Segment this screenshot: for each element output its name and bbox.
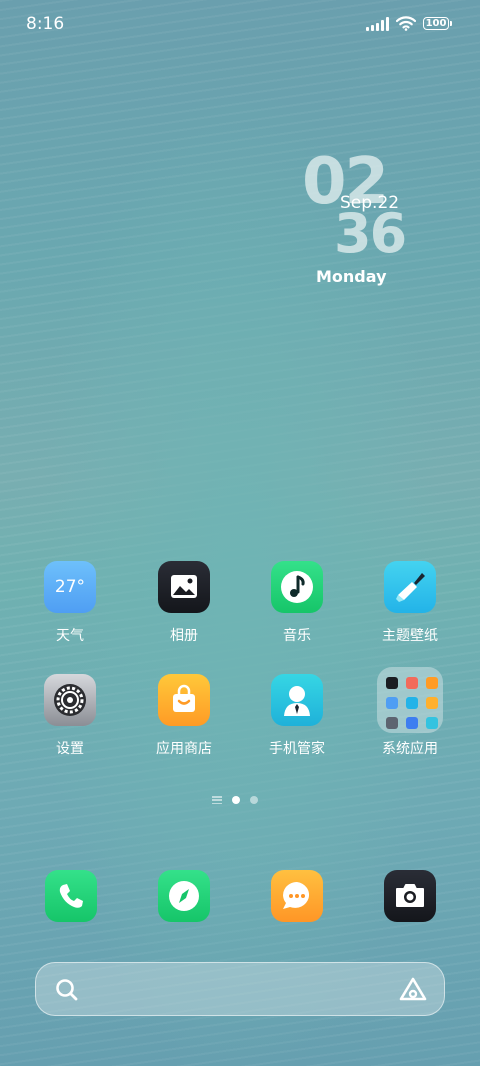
dock-camera[interactable]: [384, 870, 436, 922]
battery-icon: 100: [423, 17, 452, 30]
clock-widget[interactable]: 02 Sep.22 36 Monday: [300, 145, 440, 295]
gear-icon: [44, 674, 96, 726]
shopping-bag-icon: [158, 674, 210, 726]
clock-minute: 36: [334, 202, 407, 265]
page-indicator[interactable]: [212, 796, 258, 804]
menu-lines-icon: [212, 796, 222, 804]
app-phone-manager[interactable]: 手机管家: [247, 674, 347, 758]
phone-manager-icon: [271, 674, 323, 726]
app-label: 音乐: [283, 628, 311, 644]
app-settings[interactable]: 设置: [20, 674, 120, 758]
status-time: 8:16: [26, 14, 65, 34]
search-bar[interactable]: [35, 962, 445, 1016]
assistant-icon[interactable]: [398, 976, 428, 1002]
app-label: 手机管家: [269, 741, 325, 757]
theme-brush-icon: [384, 561, 436, 613]
gallery-icon: [158, 561, 210, 613]
app-store[interactable]: 应用商店: [134, 674, 234, 758]
app-label: 系统应用: [382, 741, 438, 757]
weather-icon: 27°: [44, 561, 96, 613]
dock-phone[interactable]: [45, 870, 97, 922]
page-dot-active[interactable]: [232, 796, 240, 804]
folder-icon: [377, 667, 443, 733]
music-icon: [271, 561, 323, 613]
app-weather[interactable]: 27° 天气: [20, 561, 120, 645]
app-label: 主题壁纸: [382, 628, 438, 644]
status-bar: 8:16 100: [0, 0, 480, 50]
weather-temp: 27°: [54, 577, 86, 597]
compass-icon: [169, 881, 199, 911]
app-folder-system[interactable]: 系统应用: [360, 667, 460, 758]
dock-messages[interactable]: [271, 870, 323, 922]
page-dot[interactable]: [250, 796, 258, 804]
phone-icon: [59, 884, 83, 908]
app-label: 应用商店: [156, 741, 212, 757]
message-icon: [283, 882, 310, 909]
wifi-icon: [396, 16, 416, 31]
battery-level: 100: [423, 17, 449, 30]
clock-weekday: Monday: [316, 267, 387, 286]
app-label: 相册: [170, 628, 198, 644]
dock-browser[interactable]: [158, 870, 210, 922]
app-music[interactable]: 音乐: [247, 561, 347, 645]
app-theme[interactable]: 主题壁纸: [360, 561, 460, 645]
search-icon: [56, 979, 78, 1001]
app-label: 天气: [56, 628, 84, 644]
signal-icon: [366, 16, 389, 31]
app-gallery[interactable]: 相册: [134, 561, 234, 645]
camera-icon: [396, 884, 424, 907]
search-input[interactable]: [96, 978, 380, 1002]
app-label: 设置: [56, 741, 84, 757]
